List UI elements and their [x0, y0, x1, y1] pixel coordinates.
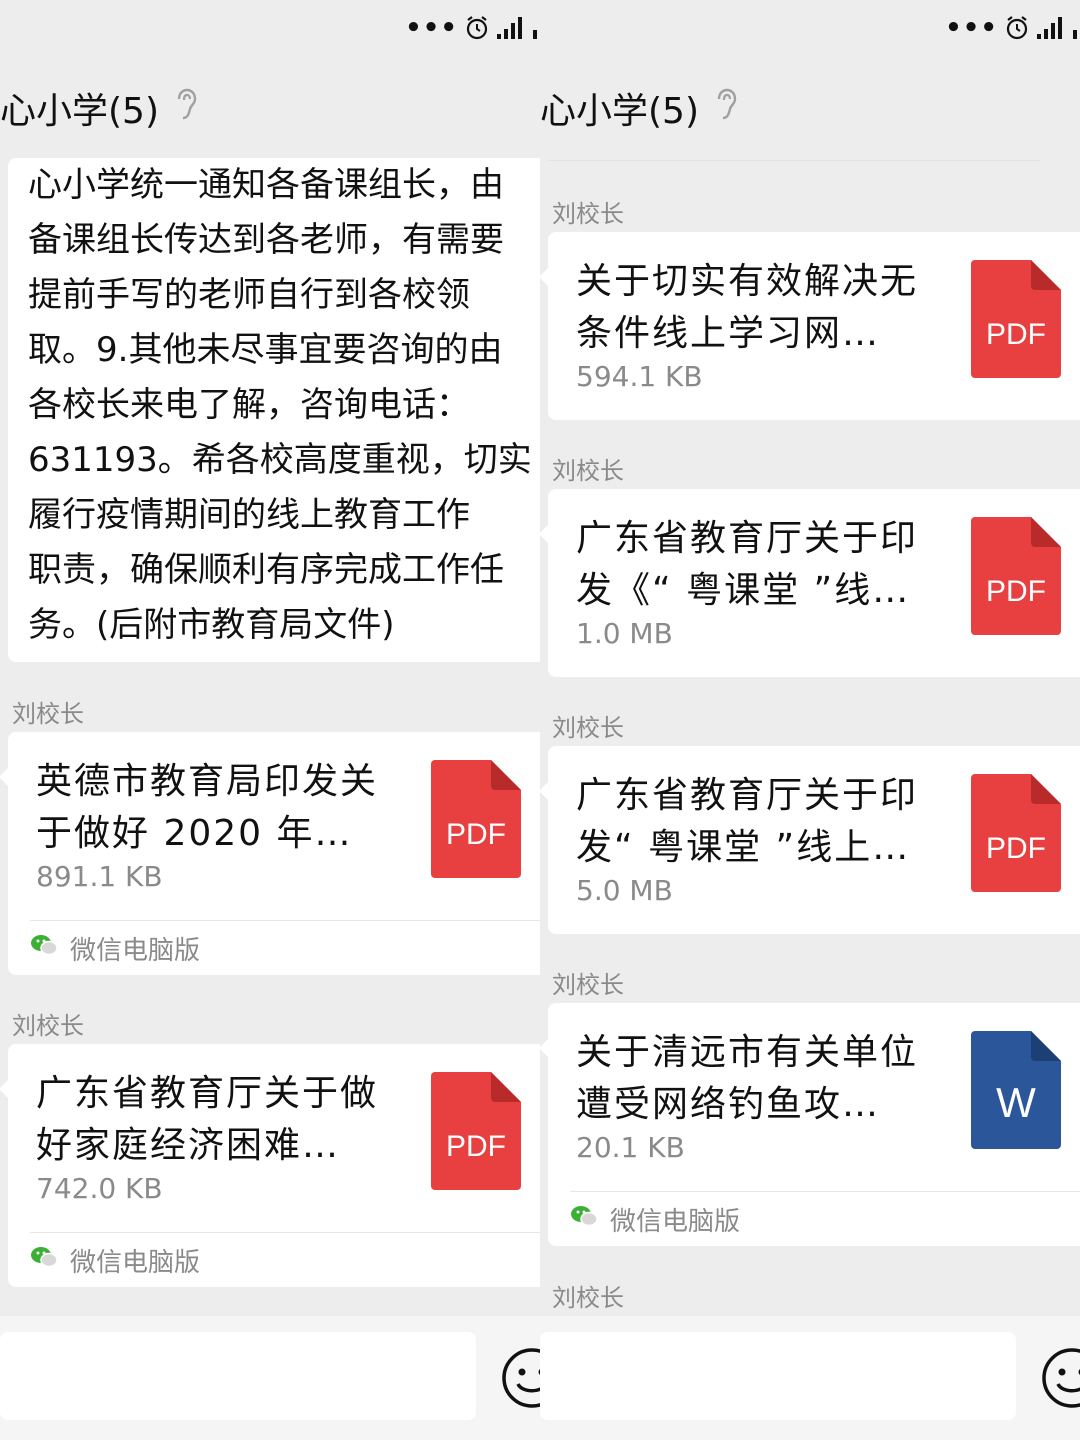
message-input[interactable] — [540, 1332, 1016, 1420]
sender-name: 刘校长 — [552, 971, 624, 999]
wifi-icon — [1072, 16, 1080, 40]
left-chat-screenshot: ••• 心小学(5) 心小学统一通知各备课组长，由 备课组长传达到各老师，有需要… — [0, 0, 540, 1440]
wechat-icon — [30, 1245, 58, 1276]
status-bar: ••• — [945, 12, 1080, 44]
more-dots: ••• — [945, 13, 998, 43]
file-title: 关于清远市有关单位遭受网络钓鱼攻… — [576, 1032, 919, 1125]
card-divider — [30, 1232, 540, 1233]
sender-name: 刘校长 — [12, 700, 84, 728]
file-message-card[interactable]: 广东省教育厅关于做好家庭经济困难… 742.0 KB PDF 微信电脑版 — [0, 1044, 540, 1287]
file-type-label: PDF — [986, 318, 1046, 351]
message-line: 备课组长传达到各老师，有需要 — [28, 220, 504, 260]
file-type-label: PDF — [986, 575, 1046, 608]
alarm-icon — [1004, 15, 1030, 41]
source-label: 微信电脑版 — [610, 1207, 741, 1237]
chat-title[interactable]: 心小学(5) — [540, 82, 739, 134]
chat-title[interactable]: 心小学(5) — [0, 82, 199, 134]
message-line: 各校长来电了解，咨询电话： — [28, 385, 470, 425]
file-type-label: PDF — [446, 818, 506, 851]
signal-icon — [1036, 16, 1066, 40]
message-line: 务。(后附市教育局文件) — [28, 605, 395, 645]
sender-name: 刘校长 — [552, 200, 624, 228]
right-chat-screenshot: ••• 心小学(5) 刘校长 关于切实有效解决无条件线上学习网… 594.1 K… — [540, 0, 1080, 1440]
input-bar — [0, 1316, 540, 1440]
card-divider — [30, 920, 540, 921]
text-message: 心小学统一通知各备课组长，由 备课组长传达到各老师，有需要 提前手写的老师自行到… — [8, 158, 540, 653]
message-line: 631193。希各校高度重视，切实 — [28, 440, 532, 480]
wechat-icon — [30, 933, 58, 964]
sender-name: 刘校长 — [552, 1284, 624, 1312]
file-size: 594.1 KB — [576, 360, 703, 393]
file-size: 891.1 KB — [36, 860, 163, 893]
status-bar: ••• — [405, 12, 540, 44]
group-name: 心小学(5) — [540, 91, 699, 132]
sender-name: 刘校长 — [552, 457, 624, 485]
emoji-icon[interactable] — [500, 1346, 540, 1414]
pdf-file-icon: PDF — [971, 260, 1061, 378]
message-line: 职责，确保顺利有序完成工作任 — [28, 550, 504, 590]
source-row: 微信电脑版 — [570, 1201, 740, 1238]
signal-icon — [496, 16, 526, 40]
word-file-icon: W — [971, 1031, 1061, 1149]
file-title: 广东省教育厅关于做好家庭经济困难… — [36, 1073, 379, 1166]
message-line: 提前手写的老师自行到各校领 — [28, 275, 470, 315]
file-message-card[interactable]: 英德市教育局印发关于做好 2020 年… 891.1 KB PDF 微信电脑版 — [0, 732, 540, 975]
file-title: 关于切实有效解决无条件线上学习网… — [576, 261, 919, 354]
message-line: 取。9.其他未尽事宜要咨询的由 — [28, 330, 503, 370]
source-label: 微信电脑版 — [70, 936, 201, 966]
sender-name: 刘校长 — [552, 714, 624, 742]
file-size: 742.0 KB — [36, 1172, 163, 1205]
pdf-file-icon: PDF — [971, 774, 1061, 892]
message-line: 履行疫情期间的线上教育工作 — [28, 495, 470, 535]
wechat-icon — [570, 1204, 598, 1235]
file-type-label: W — [996, 1079, 1036, 1126]
file-title: 英德市教育局印发关于做好 2020 年… — [36, 761, 379, 854]
group-name: 心小学(5) — [0, 91, 159, 132]
file-type-label: PDF — [446, 1130, 506, 1163]
top-separator — [548, 160, 1040, 161]
more-dots: ••• — [405, 13, 458, 43]
input-bar — [540, 1316, 1080, 1440]
wifi-icon — [532, 16, 540, 40]
source-row: 微信电脑版 — [30, 1242, 200, 1279]
emoji-icon[interactable] — [1040, 1346, 1080, 1414]
alarm-icon — [464, 15, 490, 41]
card-divider — [570, 1191, 1080, 1192]
file-title: 广东省教育厅关于印发“ 粤课堂 ”线上… — [576, 775, 919, 868]
source-label: 微信电脑版 — [70, 1248, 201, 1278]
file-message-card[interactable]: 关于清远市有关单位遭受网络钓鱼攻… 20.1 KB W 微信电脑版 — [540, 1003, 1080, 1246]
pdf-file-icon: PDF — [431, 760, 521, 878]
file-message-card[interactable]: 广东省教育厅关于印发“ 粤课堂 ”线上… 5.0 MB PDF — [540, 746, 1080, 934]
file-size: 20.1 KB — [576, 1131, 685, 1164]
ear-icon[interactable] — [173, 87, 199, 130]
file-size: 1.0 MB — [576, 617, 673, 650]
pdf-file-icon: PDF — [431, 1072, 521, 1190]
file-message-card[interactable]: 广东省教育厅关于印发《“ 粤课堂 ”线… 1.0 MB PDF — [540, 489, 1080, 677]
file-size: 5.0 MB — [576, 874, 673, 907]
sender-name: 刘校长 — [12, 1012, 84, 1040]
message-input[interactable] — [0, 1332, 476, 1420]
text-message-bubble[interactable]: 心小学统一通知各备课组长，由 备课组长传达到各老师，有需要 提前手写的老师自行到… — [8, 158, 540, 662]
source-row: 微信电脑版 — [30, 930, 200, 967]
file-message-card[interactable]: 关于切实有效解决无条件线上学习网… 594.1 KB PDF — [540, 232, 1080, 420]
file-title: 广东省教育厅关于印发《“ 粤课堂 ”线… — [576, 518, 919, 611]
message-line: 心小学统一通知各备课组长，由 — [28, 165, 504, 205]
pdf-file-icon: PDF — [971, 517, 1061, 635]
ear-icon[interactable] — [713, 87, 739, 130]
file-type-label: PDF — [986, 832, 1046, 865]
